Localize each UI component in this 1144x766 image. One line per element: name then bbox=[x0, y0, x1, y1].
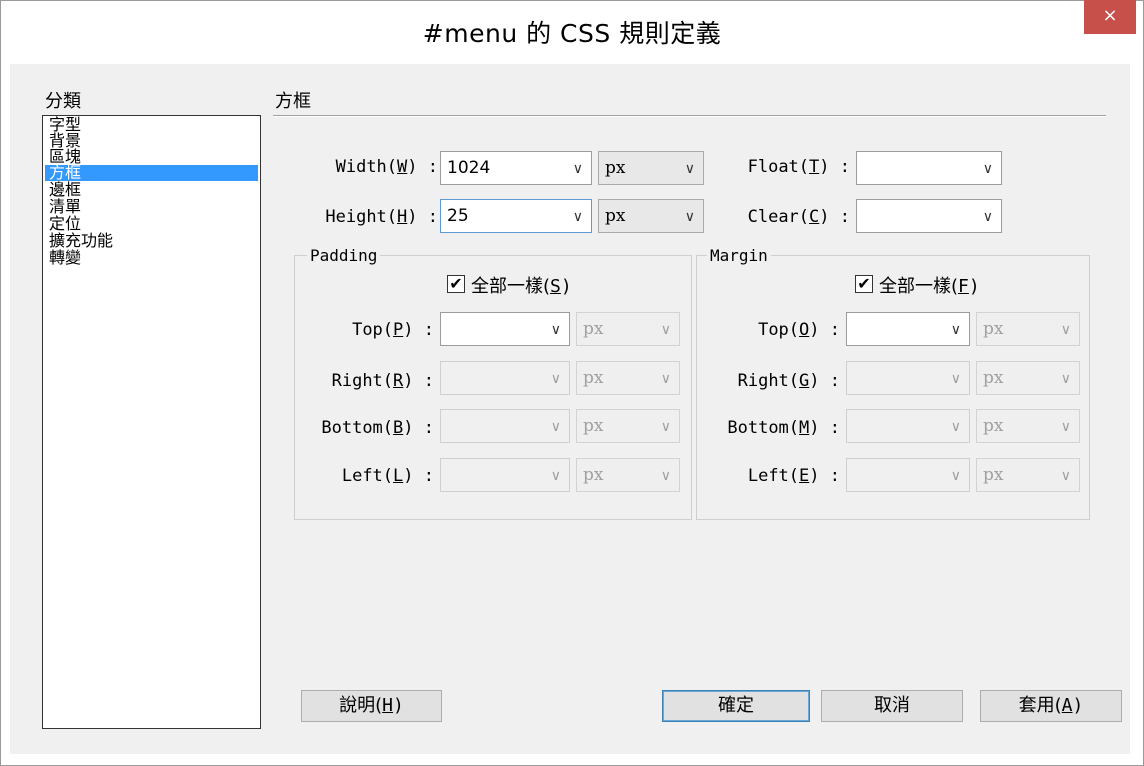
margin-left-unit-value: px bbox=[983, 465, 1004, 485]
margin-top-label: Top(O) : bbox=[758, 320, 840, 340]
ok-button[interactable]: 確定 bbox=[662, 690, 810, 722]
clear-label: Clear(C) : bbox=[747, 207, 850, 227]
padding-top-label: Top(P) : bbox=[352, 320, 434, 340]
width-unit-value: px bbox=[605, 158, 626, 178]
float-label: Float(T) : bbox=[747, 157, 850, 177]
margin-left-label: Left(E) : bbox=[747, 466, 840, 486]
margin-legend: Margin bbox=[707, 246, 771, 265]
chevron-down-icon[interactable]: ∨ bbox=[951, 468, 961, 484]
category-item-transition[interactable]: 轉變 bbox=[45, 250, 258, 266]
chevron-down-icon[interactable]: ∨ bbox=[551, 419, 561, 435]
apply-button[interactable]: 套用(A) bbox=[980, 690, 1122, 722]
margin-top-unit-value: px bbox=[983, 319, 1004, 339]
margin-bottom-unit-select[interactable]: px ∨ bbox=[976, 409, 1080, 443]
margin-left-unit-select[interactable]: px ∨ bbox=[976, 458, 1080, 492]
chevron-down-icon[interactable]: ∨ bbox=[1061, 322, 1071, 338]
height-unit-select[interactable]: px ∨ bbox=[598, 199, 704, 233]
padding-right-input[interactable]: ∨ bbox=[440, 361, 570, 395]
margin-right-unit-select[interactable]: px ∨ bbox=[976, 361, 1080, 395]
clear-select[interactable]: ∨ bbox=[856, 199, 1002, 233]
padding-left-input[interactable]: ∨ bbox=[440, 458, 570, 492]
check-icon: ✔ bbox=[857, 274, 871, 293]
chevron-down-icon[interactable]: ∨ bbox=[573, 209, 583, 225]
chevron-down-icon[interactable]: ∨ bbox=[551, 468, 561, 484]
margin-same-label: 全部一樣(F) bbox=[879, 276, 980, 297]
margin-same-checkbox[interactable]: ✔ bbox=[855, 275, 873, 293]
padding-right-unit-select[interactable]: px ∨ bbox=[576, 361, 680, 395]
width-unit-select[interactable]: px ∨ bbox=[598, 151, 704, 185]
margin-bottom-unit-value: px bbox=[983, 416, 1004, 436]
padding-right-label: Right(R) : bbox=[331, 371, 434, 391]
chevron-down-icon[interactable]: ∨ bbox=[685, 209, 695, 225]
padding-bottom-label: Bottom(B) : bbox=[321, 418, 434, 438]
title-bar: #menu 的 CSS 規則定義 × bbox=[0, 0, 1144, 64]
chevron-down-icon[interactable]: ∨ bbox=[551, 322, 561, 338]
close-icon: × bbox=[1102, 5, 1118, 26]
float-select[interactable]: ∨ bbox=[856, 151, 1002, 185]
margin-bottom-input[interactable]: ∨ bbox=[846, 409, 970, 443]
width-input[interactable]: 1024 ∨ bbox=[440, 151, 592, 185]
chevron-down-icon[interactable]: ∨ bbox=[551, 371, 561, 387]
margin-left-input[interactable]: ∨ bbox=[846, 458, 970, 492]
close-button[interactable]: × bbox=[1084, 0, 1136, 34]
margin-right-unit-value: px bbox=[983, 368, 1004, 388]
chevron-down-icon[interactable]: ∨ bbox=[661, 468, 671, 484]
section-divider bbox=[273, 115, 1106, 117]
padding-same-checkbox[interactable]: ✔ bbox=[447, 275, 465, 293]
padding-bottom-unit-select[interactable]: px ∨ bbox=[576, 409, 680, 443]
category-item-box[interactable]: 方框 bbox=[45, 165, 258, 181]
margin-right-input[interactable]: ∨ bbox=[846, 361, 970, 395]
chevron-down-icon[interactable]: ∨ bbox=[951, 371, 961, 387]
chevron-down-icon[interactable]: ∨ bbox=[1061, 371, 1071, 387]
width-label: Width(W) : bbox=[335, 157, 438, 177]
padding-right-unit-value: px bbox=[583, 368, 604, 388]
category-item-positioning[interactable]: 定位 bbox=[45, 216, 258, 232]
check-icon: ✔ bbox=[449, 274, 463, 293]
margin-right-label: Right(G) : bbox=[737, 371, 840, 391]
height-input[interactable]: 25 ∨ bbox=[440, 199, 592, 233]
margin-top-input[interactable]: ∨ bbox=[846, 312, 970, 346]
chevron-down-icon[interactable]: ∨ bbox=[661, 322, 671, 338]
padding-same-label: 全部一樣(S) bbox=[471, 276, 572, 297]
window-title: #menu 的 CSS 規則定義 bbox=[422, 19, 722, 48]
chevron-down-icon[interactable]: ∨ bbox=[983, 161, 993, 177]
chevron-down-icon[interactable]: ∨ bbox=[573, 161, 583, 177]
category-list[interactable]: 字型 背景 區塊 方框 邊框 清單 定位 擴充功能 轉變 bbox=[42, 115, 261, 729]
padding-left-unit-value: px bbox=[583, 465, 604, 485]
padding-bottom-unit-value: px bbox=[583, 416, 604, 436]
chevron-down-icon[interactable]: ∨ bbox=[1061, 468, 1071, 484]
padding-top-input[interactable]: ∨ bbox=[440, 312, 570, 346]
section-title: 方框 bbox=[275, 91, 311, 112]
padding-bottom-input[interactable]: ∨ bbox=[440, 409, 570, 443]
width-value: 1024 bbox=[447, 158, 491, 178]
height-value: 25 bbox=[447, 206, 469, 226]
padding-top-unit-value: px bbox=[583, 319, 604, 339]
category-heading: 分類 bbox=[45, 91, 81, 112]
category-item-extensions[interactable]: 擴充功能 bbox=[45, 233, 258, 249]
padding-left-unit-select[interactable]: px ∨ bbox=[576, 458, 680, 492]
category-item-list[interactable]: 清單 bbox=[45, 199, 258, 215]
cancel-button[interactable]: 取消 bbox=[821, 690, 963, 722]
category-item-border[interactable]: 邊框 bbox=[45, 182, 258, 198]
chevron-down-icon[interactable]: ∨ bbox=[661, 419, 671, 435]
chevron-down-icon[interactable]: ∨ bbox=[661, 371, 671, 387]
padding-left-label: Left(L) : bbox=[341, 466, 434, 486]
margin-bottom-label: Bottom(M) : bbox=[727, 418, 840, 438]
height-label: Height(H) : bbox=[325, 207, 438, 227]
chevron-down-icon[interactable]: ∨ bbox=[951, 322, 961, 338]
margin-top-unit-select[interactable]: px ∨ bbox=[976, 312, 1080, 346]
chevron-down-icon[interactable]: ∨ bbox=[983, 209, 993, 225]
chevron-down-icon[interactable]: ∨ bbox=[685, 161, 695, 177]
padding-legend: Padding bbox=[307, 246, 381, 265]
chevron-down-icon[interactable]: ∨ bbox=[1061, 419, 1071, 435]
help-button[interactable]: 說明(H) bbox=[301, 690, 442, 722]
height-unit-value: px bbox=[605, 206, 626, 226]
padding-top-unit-select[interactable]: px ∨ bbox=[576, 312, 680, 346]
chevron-down-icon[interactable]: ∨ bbox=[951, 419, 961, 435]
